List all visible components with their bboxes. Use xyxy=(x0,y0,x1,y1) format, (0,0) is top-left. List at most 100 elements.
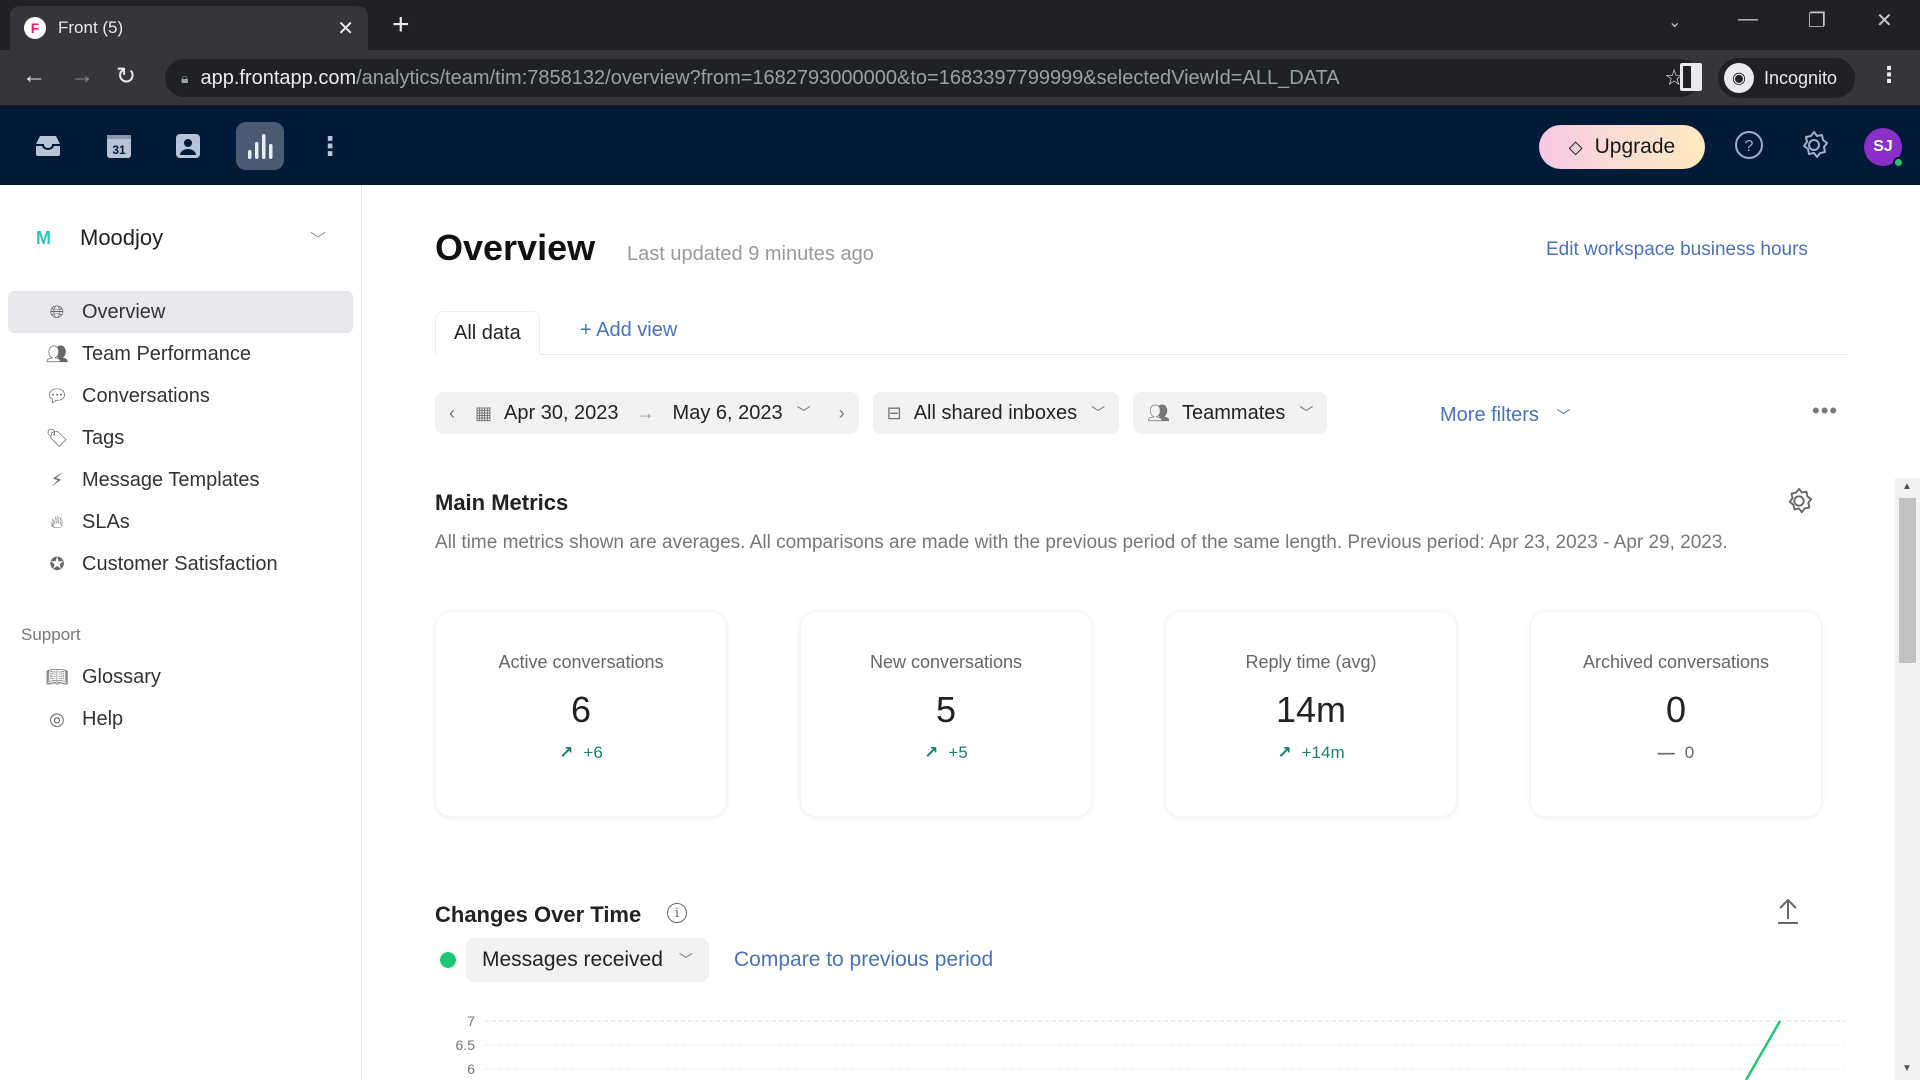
metrics-settings-gear-icon[interactable] xyxy=(1785,487,1813,520)
help-icon[interactable]: ? xyxy=(1734,130,1764,165)
tab-all-data[interactable]: All data xyxy=(435,311,540,356)
users-icon: 👥︎ xyxy=(45,343,69,364)
support-nav: 📖︎ Glossary ◎ Help xyxy=(8,656,353,740)
sidebar-item-help[interactable]: ◎ Help xyxy=(8,698,353,740)
sidebar-item-label: Glossary xyxy=(82,665,161,688)
chevron-down-icon: ﹀ xyxy=(1299,405,1314,421)
scrollbar-thumb[interactable] xyxy=(1899,498,1916,663)
contacts-nav-icon[interactable] xyxy=(164,122,212,170)
date-from: Apr 30, 2023 xyxy=(504,401,619,424)
browser-menu-icon[interactable]: ⋮ xyxy=(1878,62,1900,88)
teammates-filter-label: Teammates xyxy=(1182,401,1286,424)
sidebar-item-label: Overview xyxy=(82,300,166,323)
tab-search-icon[interactable]: ⌄ xyxy=(1668,12,1681,32)
last-updated-text: Last updated 9 minutes ago xyxy=(627,243,874,265)
arrow-right-icon: → xyxy=(636,402,655,423)
star-badge-icon: ✪ xyxy=(49,553,65,574)
scroll-down-arrow-icon[interactable]: ▼ xyxy=(1902,1063,1912,1074)
metric-label: Archived conversations xyxy=(1582,652,1770,672)
app-top-bar: 31 ⋮ ◇ Upgrade ? SJ xyxy=(0,106,1920,185)
upgrade-button[interactable]: ◇ Upgrade xyxy=(1539,125,1705,169)
close-window-button[interactable]: ✕ xyxy=(1876,8,1893,33)
sidebar-item-overview[interactable]: 🌐︎ Overview xyxy=(8,291,353,333)
url-host: app.frontapp.com xyxy=(200,66,357,89)
metric-delta-value: 0 xyxy=(1684,743,1695,762)
trend-up-icon: ↗ xyxy=(559,743,574,762)
inbox-filter-dropdown[interactable]: ⊟ All shared inboxes ﹀ xyxy=(872,392,1120,434)
more-options-icon[interactable]: ••• xyxy=(1812,398,1838,424)
metric-card-reply-time[interactable]: Reply time (avg) 14m ↗ +14m xyxy=(1165,611,1457,817)
sidebar-item-conversations[interactable]: 💬︎ Conversations xyxy=(8,375,353,417)
metric-value: 6 xyxy=(570,689,592,730)
metric-card-active-conversations[interactable]: Active conversations 6 ↗ +6 xyxy=(435,611,727,817)
metric-label: Active conversations xyxy=(498,652,664,672)
more-apps-icon[interactable]: ⋮ xyxy=(306,122,354,170)
calendar-day: 31 xyxy=(112,143,126,157)
main-metrics-description: All time metrics shown are averages. All… xyxy=(435,532,1728,553)
avatar-initials: SJ xyxy=(1873,138,1893,155)
new-tab-button[interactable]: + xyxy=(392,10,410,40)
upgrade-label: Upgrade xyxy=(1594,135,1676,158)
side-panel-icon[interactable] xyxy=(1680,63,1702,91)
metric-selector-label: Messages received xyxy=(482,948,663,971)
close-tab-icon[interactable]: ✕ xyxy=(337,16,354,41)
metric-delta-value: +6 xyxy=(583,743,603,762)
sidebar-item-label: Help xyxy=(82,707,124,730)
add-view-button[interactable]: + Add view xyxy=(580,319,677,342)
trend-up-icon: ↗ xyxy=(924,743,939,762)
workspace-switcher[interactable]: M Moodjoy ﹀ xyxy=(36,225,326,251)
analytics-nav-icon[interactable] xyxy=(236,122,284,170)
inbox-nav-icon[interactable] xyxy=(24,122,72,170)
inbox-icon: ⊟ xyxy=(886,402,902,423)
restore-button[interactable]: ❐ xyxy=(1808,8,1826,33)
filter-bar: ‹ ▦ Apr 30, 2023 → May 6, 2023 ﹀ › ⊟ All… xyxy=(435,392,1341,434)
sidebar-item-slas[interactable]: 🔥︎ SLAs xyxy=(8,501,353,543)
incognito-label: Incognito xyxy=(1764,67,1838,88)
browser-tab[interactable]: F Front (5) ✕ xyxy=(10,6,368,50)
y-tick-label: 6 xyxy=(467,1061,475,1077)
settings-gear-icon[interactable] xyxy=(1799,130,1829,165)
tag-icon: 🏷︎ xyxy=(45,427,69,448)
metric-card-new-conversations[interactable]: New conversations 5 ↗ +5 xyxy=(800,611,1092,817)
incognito-icon: ◉ xyxy=(1724,63,1754,93)
changes-over-time-title: Changes Over Time xyxy=(435,902,642,927)
forward-button[interactable]: → xyxy=(70,62,94,90)
export-icon[interactable] xyxy=(1775,897,1801,930)
date-range-picker[interactable]: ‹ ▦ Apr 30, 2023 → May 6, 2023 ﹀ › xyxy=(435,392,859,434)
compare-previous-period-link[interactable]: Compare to previous period xyxy=(734,948,993,972)
metric-label: Reply time (avg) xyxy=(1245,652,1377,672)
metric-selector-dropdown[interactable]: Messages received ﹀ xyxy=(466,938,709,982)
date-to: May 6, 2023 xyxy=(672,401,783,424)
page-scrollbar[interactable]: ▲ ▼ xyxy=(1895,478,1920,1080)
metric-card-archived-conversations[interactable]: Archived conversations 0 —0 xyxy=(1530,611,1822,817)
chevron-left-icon[interactable]: ‹ xyxy=(449,403,455,424)
address-bar[interactable]: 🔒︎ app.frontapp.com/analytics/team/tim:7… xyxy=(165,59,1700,97)
y-tick-label: 7 xyxy=(467,1013,475,1029)
incognito-profile-button[interactable]: ◉ Incognito xyxy=(1718,58,1856,98)
calendar-nav-icon[interactable]: 31 xyxy=(95,122,143,170)
sidebar-item-tags[interactable]: 🏷︎ Tags xyxy=(8,417,353,459)
chevron-right-icon[interactable]: › xyxy=(839,403,845,424)
sidebar-item-message-templates[interactable]: ⚡︎ Message Templates xyxy=(8,459,353,501)
view-tabs: All data + Add view xyxy=(435,311,1848,356)
chat-bubble-icon: 💬︎ xyxy=(45,385,69,406)
scroll-up-arrow-icon[interactable]: ▲ xyxy=(1902,481,1912,492)
user-avatar[interactable]: SJ xyxy=(1864,128,1904,168)
tab-title: Front (5) xyxy=(58,18,124,37)
metric-cards: Active conversations 6 ↗ +6 New conversat… xyxy=(435,611,1822,817)
teammates-filter-dropdown[interactable]: 👥︎ Teammates ﹀ xyxy=(1133,392,1328,434)
reload-button[interactable]: ↻ xyxy=(116,62,136,91)
more-filters-button[interactable]: More filters ﹀ xyxy=(1440,404,1570,427)
back-button[interactable]: ← xyxy=(22,62,46,90)
info-icon[interactable]: i xyxy=(667,903,687,923)
minimize-button[interactable]: — xyxy=(1738,8,1758,31)
browser-toolbar: ← → ↻ 🔒︎ app.frontapp.com/analytics/team… xyxy=(0,50,1920,106)
workspace-logo: M xyxy=(36,227,51,248)
edit-business-hours-link[interactable]: Edit workspace business hours xyxy=(1546,239,1808,261)
metric-label: New conversations xyxy=(869,652,1023,672)
metric-delta-value: +5 xyxy=(948,743,968,762)
sidebar-item-label: Customer Satisfaction xyxy=(82,552,278,575)
sidebar-item-glossary[interactable]: 📖︎ Glossary xyxy=(8,656,353,698)
sidebar-item-team-performance[interactable]: 👥︎ Team Performance xyxy=(8,333,353,375)
sidebar-item-customer-satisfaction[interactable]: ✪ Customer Satisfaction xyxy=(8,543,353,585)
